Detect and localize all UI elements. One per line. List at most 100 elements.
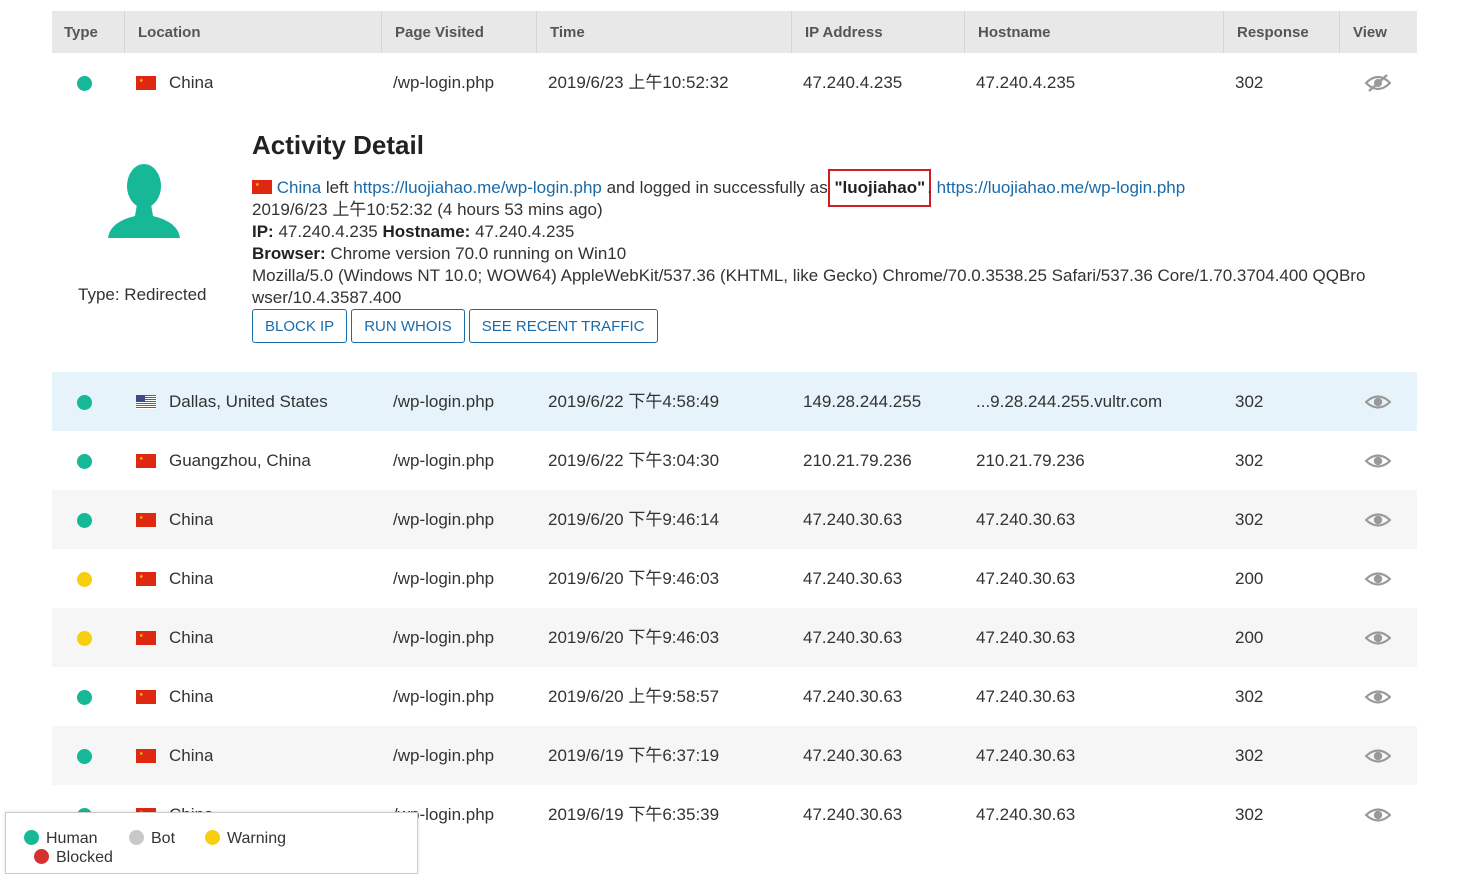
eye-icon[interactable] [1365,392,1391,412]
table-row[interactable]: ★ China /wp-login.php 2019/6/23 上午10:52:… [52,53,1417,112]
browser-label: Browser: [252,244,326,263]
run-whois-button[interactable]: RUN WHOIS [351,309,465,343]
time-cell: 2019/6/19 下午6:37:19 [548,746,720,765]
china-flag-icon: ★ [136,513,156,527]
hostname-cell: 47.240.30.63 [976,687,1076,706]
china-flag-icon: ★ [136,572,156,586]
col-location[interactable]: Location [124,11,381,53]
table-row[interactable]: Dallas, United States/wp-login.php 2019/6… [52,372,1417,431]
location-cell: Dallas, United States [169,392,328,411]
table-row[interactable]: ★ Guangzhou, China/wp-login.php 2019/6/22 … [52,431,1417,490]
table-header: Type Location Page Visited Time IP Addre… [52,11,1417,53]
table-row[interactable]: ★ China/wp-login.php 2019/6/20 下午9:46:03 47… [52,608,1417,667]
ip-cell: 47.240.4.235 [803,73,903,92]
country-link[interactable]: China [277,178,321,197]
username-highlight: "luojiahao" [828,169,932,207]
hostname-cell: 47.240.30.63 [976,746,1076,765]
location-cell: China [169,569,214,588]
response-cell: 302 [1235,392,1264,411]
response-cell: 302 [1235,510,1264,529]
left-text: left [325,178,349,197]
col-view[interactable]: View [1339,11,1417,53]
time-cell: 2019/6/20 下午9:46:14 [548,510,720,529]
col-ip[interactable]: IP Address [791,11,964,53]
response-cell: 200 [1235,569,1264,588]
hostname-cell: 47.240.30.63 [976,510,1076,529]
login-text: and logged in successfully as [606,178,828,197]
china-flag-icon: ★ [136,76,156,90]
human-status-dot [77,513,92,528]
response-cell: 302 [1235,73,1264,92]
warning-dot-icon [205,830,220,845]
ip-cell: 149.28.244.255 [803,392,922,411]
svg-text:★: ★ [139,633,144,639]
hostname-cell: 47.240.4.235 [976,73,1076,92]
location-cell: China [169,746,214,765]
page-cell: /wp-login.php [393,569,495,588]
user-avatar-icon [108,164,180,238]
page-cell: /wp-login.php [393,510,495,529]
time-cell: 2019/6/23 上午10:52:32 [548,73,729,92]
response-cell: 302 [1235,451,1264,470]
dest-url-link[interactable]: https://luojiahao.me/wp-login.php [937,178,1186,197]
location-cell: China [169,510,214,529]
ip-value: 47.240.4.235 [278,222,378,241]
ip-cell: 47.240.30.63 [803,687,903,706]
ip-cell: 47.240.30.63 [803,628,903,647]
col-response[interactable]: Response [1223,11,1339,53]
time-cell: 2019/6/20 上午9:58:57 [548,687,720,706]
page-cell: /wp-login.php [393,73,495,92]
legend-human: Human [24,830,98,848]
hostname-label: Hostname: [382,222,471,241]
legend-blocked: Blocked [34,849,113,867]
left-url-link[interactable]: https://luojiahao.me/wp-login.php [353,178,602,197]
eye-icon[interactable] [1365,805,1391,825]
warning-status-dot [77,572,92,587]
legend-label: Bot [151,830,176,847]
table-row[interactable]: ★ China/wp-login.php 2019/6/20 下午9:46:03 47… [52,549,1417,608]
page-cell: /wp-login.php [393,392,495,411]
svg-text:★: ★ [139,456,144,462]
table-row[interactable]: ★ China/wp-login.php 2019/6/19 下午6:37:19 47… [52,726,1417,785]
time-cell: 2019/6/22 下午3:04:30 [548,451,720,470]
ip-cell: 47.240.30.63 [803,510,903,529]
legend-label: Warning [227,830,286,847]
ip-label: IP: [252,222,274,241]
col-type[interactable]: Type [52,11,124,53]
eye-slash-icon[interactable] [1365,73,1391,93]
svg-text:★: ★ [139,751,144,757]
page-cell: /wp-login.php [393,687,495,706]
eye-icon[interactable] [1365,746,1391,766]
eye-icon[interactable] [1365,451,1391,471]
legend: Human Bot Warning Blocked [5,812,418,874]
legend-label: Blocked [56,849,113,866]
eye-icon[interactable] [1365,510,1391,530]
eye-icon[interactable] [1365,687,1391,707]
ip-cell: 210.21.79.236 [803,451,912,470]
svg-text:★: ★ [139,515,144,521]
hostname-cell: ...9.28.244.255.vultr.com [976,392,1163,411]
eye-icon[interactable] [1365,628,1391,648]
col-hostname[interactable]: Hostname [964,11,1223,53]
detail-title: Activity Detail [252,130,424,160]
response-cell: 200 [1235,628,1264,647]
table-row[interactable]: ★ China/wp-login.php 2019/6/20 上午9:58:57 47… [52,667,1417,726]
response-cell: 302 [1235,687,1264,706]
block-ip-button[interactable]: BLOCK IP [252,309,348,343]
china-flag-icon: ★ [136,690,156,704]
hostname-value: 47.240.4.235 [475,222,575,241]
bot-dot-icon [129,830,144,845]
page-cell: /wp-login.php [393,451,495,470]
eye-icon[interactable] [1365,569,1391,589]
svg-text:★: ★ [139,692,144,698]
time-cell: 2019/6/22 下午4:58:49 [548,392,720,411]
see-recent-traffic-button[interactable]: SEE RECENT TRAFFIC [468,309,658,343]
time-cell: 2019/6/20 下午9:46:03 [548,628,720,647]
col-page[interactable]: Page Visited [381,11,536,53]
col-time[interactable]: Time [536,11,791,53]
activity-detail-panel: Type: Redirected Activity Detail ★ China… [52,112,1417,372]
legend-label: Human [46,830,98,847]
table-row[interactable]: ★ China/wp-login.php 2019/6/20 下午9:46:14 47… [52,490,1417,549]
svg-text:★: ★ [255,182,260,188]
hostname-cell: 47.240.30.63 [976,569,1076,588]
